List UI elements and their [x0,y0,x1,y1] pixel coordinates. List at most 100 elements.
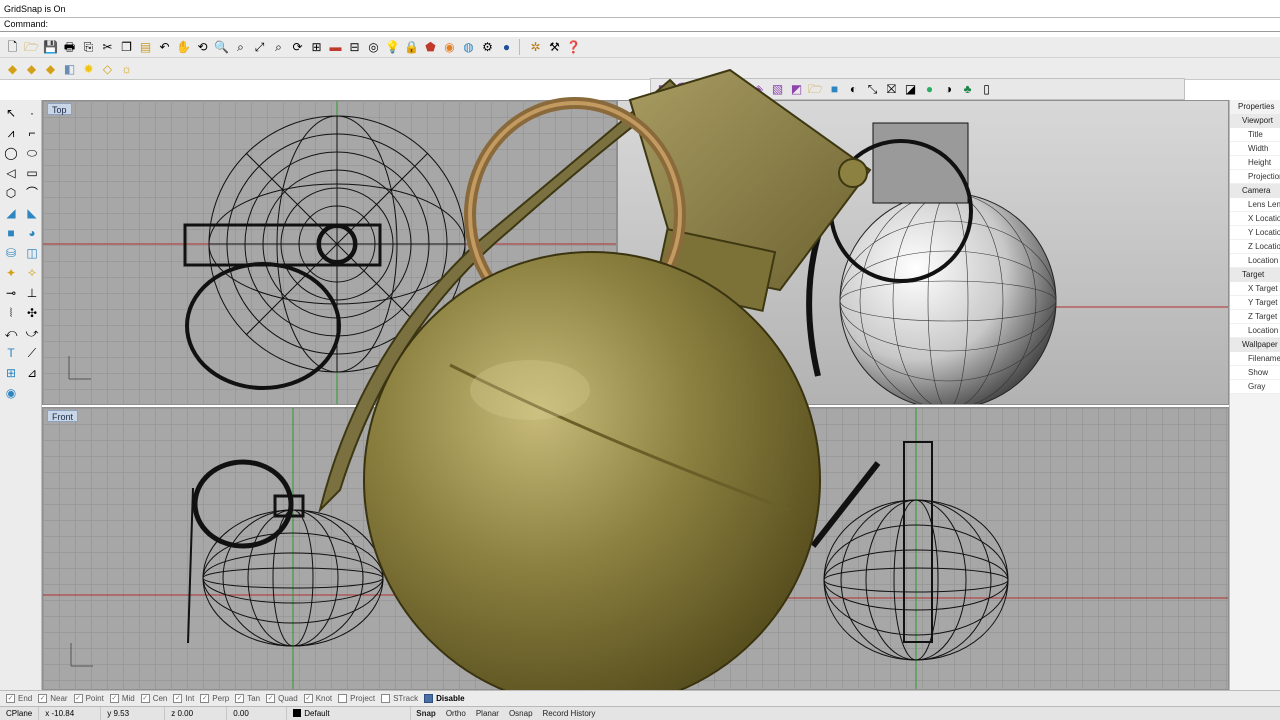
osnap-tan[interactable]: ✓ Tan [235,694,260,703]
status-layer[interactable]: Default [287,706,412,720]
tag-icon[interactable]: ◆ [23,60,40,77]
record-history-toggle[interactable]: Record History [538,707,601,720]
point-icon[interactable]: · [23,104,41,122]
cube-icon[interactable]: ■ [826,81,843,98]
open-file-icon[interactable]: 🗁 [23,39,40,56]
trim-icon[interactable]: ⊸ [2,284,20,302]
fillet-icon[interactable]: ✧ [23,264,41,282]
transform-icon[interactable]: ✕ [693,81,710,98]
material-icon[interactable]: ◑ [940,81,957,98]
pan-icon[interactable]: ✋ [175,39,192,56]
sun-icon[interactable]: ✹ [80,60,97,77]
select-icon[interactable]: ↖ [2,104,20,122]
print-icon[interactable]: 🖶 [61,39,78,56]
property-row[interactable]: X Target [1230,282,1280,296]
surface-icon[interactable]: ◢ [2,204,20,222]
sphere-icon[interactable]: ● [498,39,515,56]
zoom-icon[interactable]: 🔍 [213,39,230,56]
status-cplane[interactable]: CPlane [0,706,40,720]
properties-section[interactable]: Wallpaper [1230,338,1280,352]
curve-icon[interactable]: ⌐ [23,124,41,142]
new-file-icon[interactable]: 🗋 [4,39,21,56]
osnap-point[interactable]: ✓ Point [73,694,104,703]
undo-view-icon[interactable]: ⟳ [289,39,306,56]
property-row[interactable]: Show [1230,366,1280,380]
cut-plane-icon[interactable]: ⛝ [883,81,900,98]
text-icon[interactable]: T [2,344,20,362]
file-icon[interactable]: ▯ [978,81,995,98]
undo-icon[interactable]: ↶ [156,39,173,56]
property-row[interactable]: Y Location [1230,226,1280,240]
property-row[interactable]: Lens Length [1230,198,1280,212]
light-icon[interactable]: 💡 [384,39,401,56]
property-row[interactable]: Width [1230,142,1280,156]
property-row[interactable]: Title [1230,128,1280,142]
properties-section[interactable]: Viewport [1230,114,1280,128]
solid-icon[interactable]: ◈ [750,81,767,98]
tree-icon[interactable]: ♣ [959,81,976,98]
viewport-title-front[interactable]: Front [47,410,79,422]
green-sphere-icon[interactable]: ● [921,81,938,98]
split-icon[interactable]: ⊥ [23,284,41,302]
osnap-mid[interactable]: ✓ Mid [109,694,135,703]
dimension-icon[interactable]: ◩ [788,81,805,98]
freeform-icon[interactable]: ⌒ [23,184,41,202]
shade-icon[interactable]: ⬟ [422,39,439,56]
checkbox[interactable]: ✓ [173,694,183,703]
save-icon[interactable]: 💾 [42,39,59,56]
viewport-top[interactable]: Top [42,100,617,405]
cut-icon[interactable]: ✂ [99,39,116,56]
boolean-icon[interactable]: ✦ [2,264,20,282]
property-row[interactable]: Z Location [1230,240,1280,254]
four-viewports-icon[interactable]: ⊞ [308,39,325,56]
sphere-icon[interactable]: ◕ [23,224,41,242]
osnap-perp[interactable]: ✓ Perp [200,694,229,703]
checkbox[interactable]: ✓ [235,694,245,703]
folder-icon[interactable]: 🗁 [807,81,824,98]
osnap-int[interactable]: ✓ Int [173,694,194,703]
osnap-end[interactable]: ✓ End [6,694,32,703]
tag-icon[interactable]: ◇ [99,60,116,77]
property-row[interactable]: Filename [1230,352,1280,366]
property-row[interactable]: Location [1230,254,1280,268]
join-icon[interactable]: ⦚ [2,304,20,322]
property-row[interactable]: Projection [1230,170,1280,184]
properties-section[interactable]: Camera [1230,184,1280,198]
snap-icon[interactable]: ◎ [365,39,382,56]
move-icon[interactable]: ⤺ [2,324,20,342]
osnap-disable[interactable]: Disable [424,694,465,703]
tag-icon[interactable]: ◆ [4,60,21,77]
checkbox[interactable]: ✓ [266,694,276,703]
ellipse-icon[interactable]: ⬭ [23,144,41,162]
cplane-icon[interactable]: ▬ [327,39,344,56]
rotate-view-icon[interactable]: ⟲ [194,39,211,56]
checkbox[interactable] [424,694,434,703]
lock-icon[interactable]: 🔒 [403,39,420,56]
checkbox[interactable]: ✓ [140,694,150,703]
zoom-extents-icon[interactable]: ⤢ [251,39,268,56]
zoom-selected-icon[interactable]: ⌕ [270,39,287,56]
checkbox[interactable] [338,694,348,703]
checkbox[interactable]: ✓ [73,694,83,703]
help-icon[interactable]: ❓ [565,39,582,56]
checkbox[interactable]: ✓ [200,694,210,703]
sphere-icon[interactable]: ◐ [845,81,862,98]
viewport-front[interactable]: Front [42,407,617,690]
property-row[interactable]: Gray [1230,380,1280,394]
properties-section[interactable]: Target [1230,268,1280,282]
osnap-toggle[interactable]: Osnap [504,707,538,720]
snap-toggle[interactable]: Snap [411,707,441,720]
grid-icon[interactable]: ⊟ [346,39,363,56]
checkbox[interactable] [381,694,391,703]
zoom-window-icon[interactable]: ⌕ [232,39,249,56]
box-icon[interactable]: ■ [2,224,20,242]
checkbox[interactable]: ✓ [109,694,119,703]
box-icon[interactable]: ▣ [712,81,729,98]
extrude-icon[interactable]: ◣ [23,204,41,222]
viewport-right[interactable] [617,407,1229,690]
surface-icon[interactable]: ◤ [655,81,672,98]
render-mesh-icon[interactable]: ▧ [769,81,786,98]
viewport-title-top[interactable]: Top [47,103,72,115]
tools-icon[interactable]: ⚒ [546,39,563,56]
osnap-project[interactable]: Project [338,694,375,703]
